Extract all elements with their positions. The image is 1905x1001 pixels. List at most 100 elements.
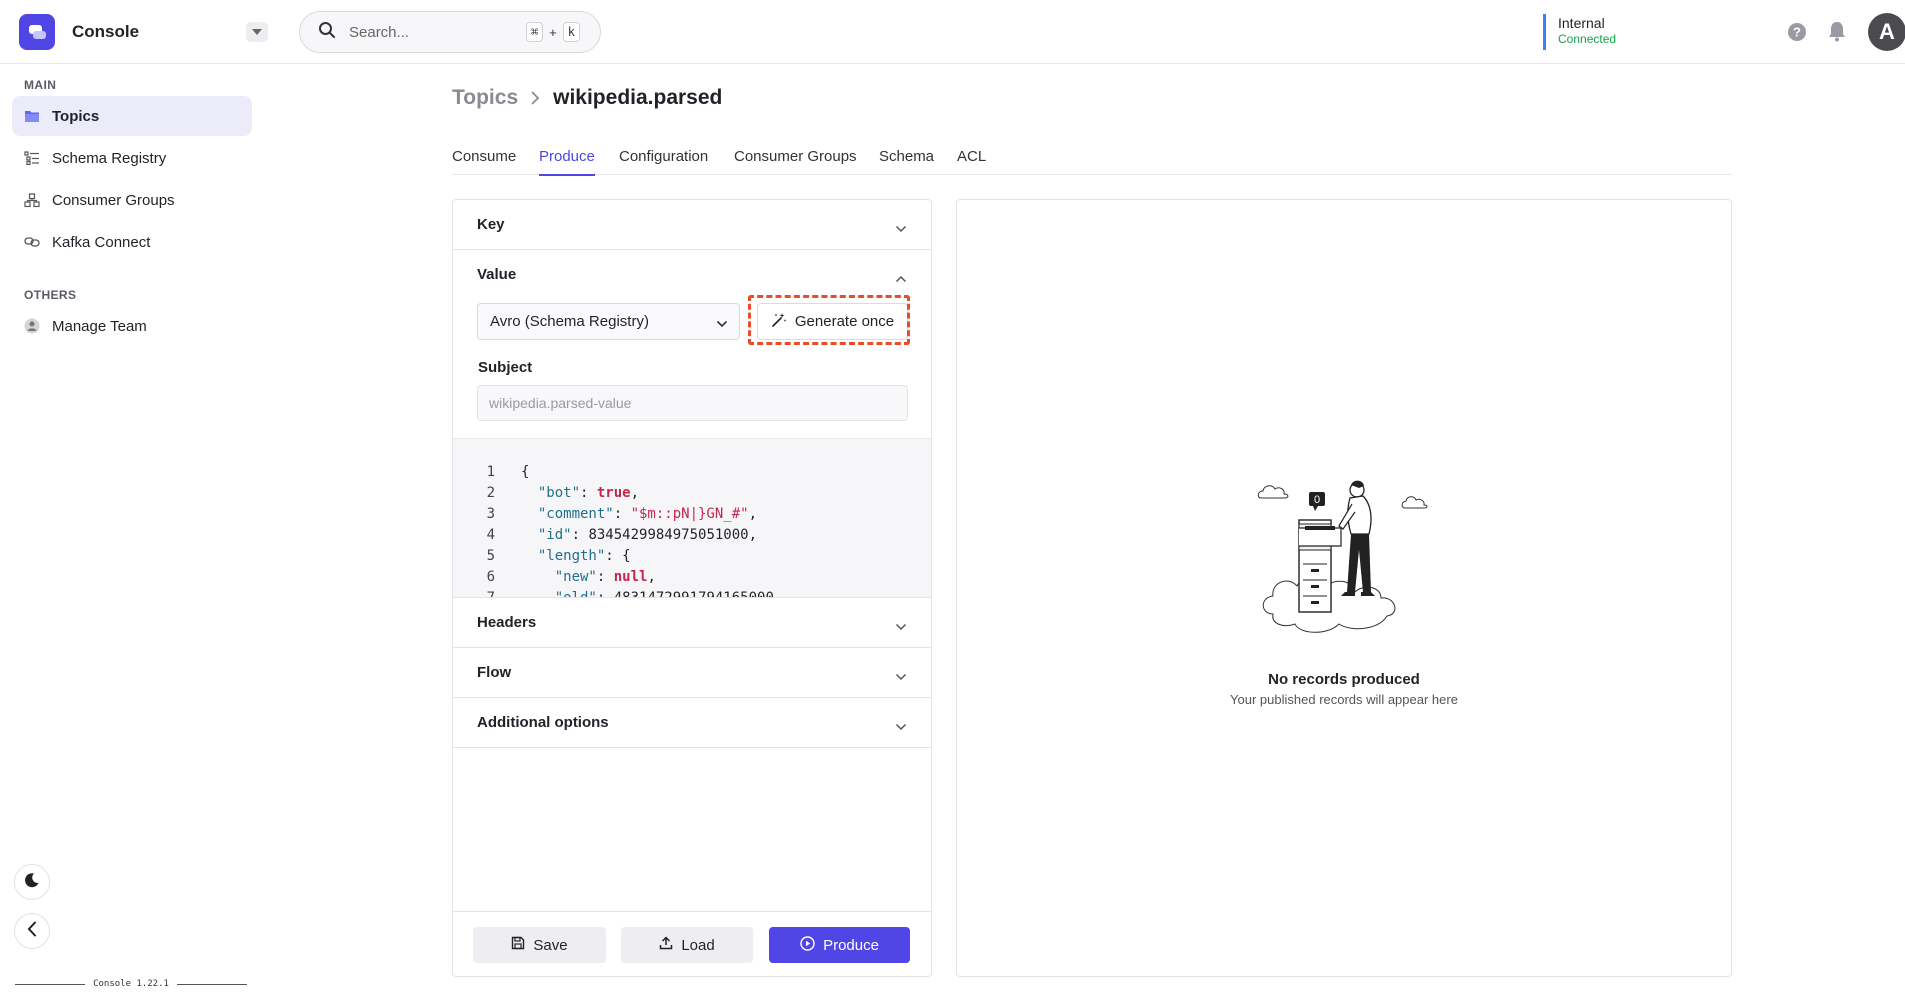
sidebar: MAIN Topics Schema Registry Consumer Gro… — [0, 64, 262, 1001]
tab-acl[interactable]: ACL — [957, 148, 986, 174]
load-label: Load — [681, 936, 715, 954]
produce-actions-bar: Save Load Produce — [453, 911, 931, 976]
chevron-left-icon — [27, 921, 37, 941]
save-button[interactable]: Save — [473, 927, 606, 963]
tab-produce[interactable]: Produce — [539, 148, 595, 176]
code-line: 6 "new": null, — [486, 569, 656, 585]
brand[interactable]: Console — [19, 14, 139, 50]
sidebar-item-label: Consumer Groups — [52, 191, 175, 209]
chevron-down-icon — [716, 315, 728, 332]
code-line: 3 "comment": "$m::pN|}GN_#", — [486, 506, 758, 522]
chevron-up-icon[interactable] — [895, 270, 907, 287]
upload-icon — [659, 936, 673, 954]
magic-wand-icon — [771, 312, 787, 332]
play-circle-icon — [800, 935, 815, 955]
empty-state-subtitle: Your published records will appear here — [1230, 692, 1458, 707]
top-bar: Console Search... ⌘ + k Internal Connect… — [0, 0, 1905, 64]
tab-consume[interactable]: Consume — [452, 148, 516, 174]
code-line: 5 "length": { — [486, 548, 631, 564]
console-logo-icon — [19, 14, 55, 50]
generate-once-button[interactable]: Generate once — [757, 303, 908, 340]
produce-label: Produce — [823, 936, 879, 954]
environment-status: Connected — [1558, 32, 1617, 46]
moon-icon — [24, 872, 40, 892]
sidebar-item-label: Topics — [52, 107, 100, 125]
topics-icon — [24, 108, 40, 124]
sidebar-item-label: Schema Registry — [52, 149, 167, 167]
code-line: 1{ — [486, 464, 530, 480]
sidebar-section-others: OTHERS — [24, 288, 77, 302]
manage-team-icon — [24, 318, 40, 334]
format-selected-value: Avro (Schema Registry) — [490, 313, 649, 330]
sidebar-item-kafka-connect[interactable]: Kafka Connect — [12, 222, 252, 262]
chevron-down-icon — [895, 618, 907, 635]
sidebar-item-schema-registry[interactable]: Schema Registry — [12, 138, 252, 178]
value-code-editor[interactable]: 1{ 2 "bot": true, 3 "comment": "$m::pN|}… — [453, 438, 931, 598]
notifications-bell-icon[interactable] — [1828, 21, 1846, 46]
sidebar-item-consumer-groups[interactable]: Consumer Groups — [12, 180, 252, 220]
serialization-format-select[interactable]: Avro (Schema Registry) — [477, 303, 740, 340]
chevron-down-icon — [895, 718, 907, 735]
subject-field[interactable]: wikipedia.parsed-value — [477, 385, 908, 421]
version-text: Console 1.22.1 — [93, 979, 169, 989]
subject-label: Subject — [478, 359, 533, 376]
save-label: Save — [533, 936, 568, 954]
shortcut-plus: + — [549, 24, 557, 40]
save-icon — [511, 936, 525, 954]
collapse-sidebar-button[interactable] — [14, 913, 50, 949]
kafka-connect-icon — [24, 234, 40, 250]
key-section[interactable]: Key — [453, 200, 931, 250]
user-avatar[interactable]: A — [1868, 13, 1905, 51]
code-line: 2 "bot": true, — [486, 485, 640, 501]
sidebar-item-topics[interactable]: Topics — [12, 96, 252, 136]
org-switcher-dropdown-icon[interactable] — [246, 22, 268, 42]
flow-section[interactable]: Flow — [453, 648, 931, 698]
search-placeholder: Search... — [349, 23, 410, 41]
topic-tabs: Consume Produce Configuration Consumer G… — [452, 140, 1732, 176]
empty-state-title: No records produced — [1268, 671, 1420, 688]
additional-options-section[interactable]: Additional options — [453, 698, 931, 748]
search-shortcut: ⌘ + k — [525, 22, 580, 42]
headers-section[interactable]: Headers — [453, 598, 931, 648]
search-icon — [318, 21, 336, 43]
search-input[interactable]: Search... ⌘ + k — [299, 11, 601, 53]
produce-button[interactable]: Produce — [769, 927, 910, 963]
empty-state-badge: 0 — [1314, 494, 1320, 506]
breadcrumb-topics-link[interactable]: Topics — [452, 86, 518, 110]
sidebar-item-label: Kafka Connect — [52, 233, 151, 251]
tab-schema[interactable]: Schema — [879, 148, 934, 174]
value-section-title: Value — [477, 266, 517, 283]
load-button[interactable]: Load — [621, 927, 753, 963]
consumer-groups-icon — [24, 192, 40, 208]
produced-records-panel: 0 No records produced Your published rec… — [956, 199, 1732, 977]
breadcrumb: Topics wikipedia.parsed — [452, 86, 722, 110]
app-name: Console — [72, 22, 140, 41]
code-line: 4 "id": 8345429984975051000, — [486, 527, 758, 543]
app-version: Console 1.22.1 — [15, 976, 248, 992]
chevron-down-icon — [895, 668, 907, 685]
environment-indicator[interactable]: Internal Connected — [1543, 14, 1616, 50]
schema-registry-icon — [24, 150, 40, 166]
headers-section-title: Headers — [477, 614, 537, 631]
flow-section-title: Flow — [477, 664, 512, 681]
code-line: 8 } — [453, 588, 931, 597]
command-key: ⌘ — [525, 22, 544, 42]
tab-configuration[interactable]: Configuration — [619, 148, 708, 174]
sidebar-item-manage-team[interactable]: Manage Team — [12, 306, 252, 346]
help-icon[interactable]: ? — [1787, 22, 1807, 46]
empty-state-illustration: 0 — [1257, 480, 1428, 633]
chevron-down-icon — [895, 220, 907, 237]
tab-consumer-groups[interactable]: Consumer Groups — [734, 148, 857, 174]
sidebar-item-label: Manage Team — [52, 317, 147, 335]
subject-field-value: wikipedia.parsed-value — [489, 395, 632, 411]
key-section-title: Key — [477, 216, 505, 233]
dark-mode-toggle-button[interactable] — [14, 864, 50, 900]
additional-options-title: Additional options — [477, 714, 609, 731]
generate-once-label: Generate once — [794, 313, 895, 330]
k-key: k — [562, 22, 580, 42]
code-line: 7 "old": 4831472991794165000 — [486, 590, 774, 598]
page-title: wikipedia.parsed — [553, 86, 723, 109]
svg-text:?: ? — [1793, 25, 1801, 40]
chevron-right-icon — [531, 91, 540, 105]
environment-name: Internal — [1558, 15, 1605, 31]
